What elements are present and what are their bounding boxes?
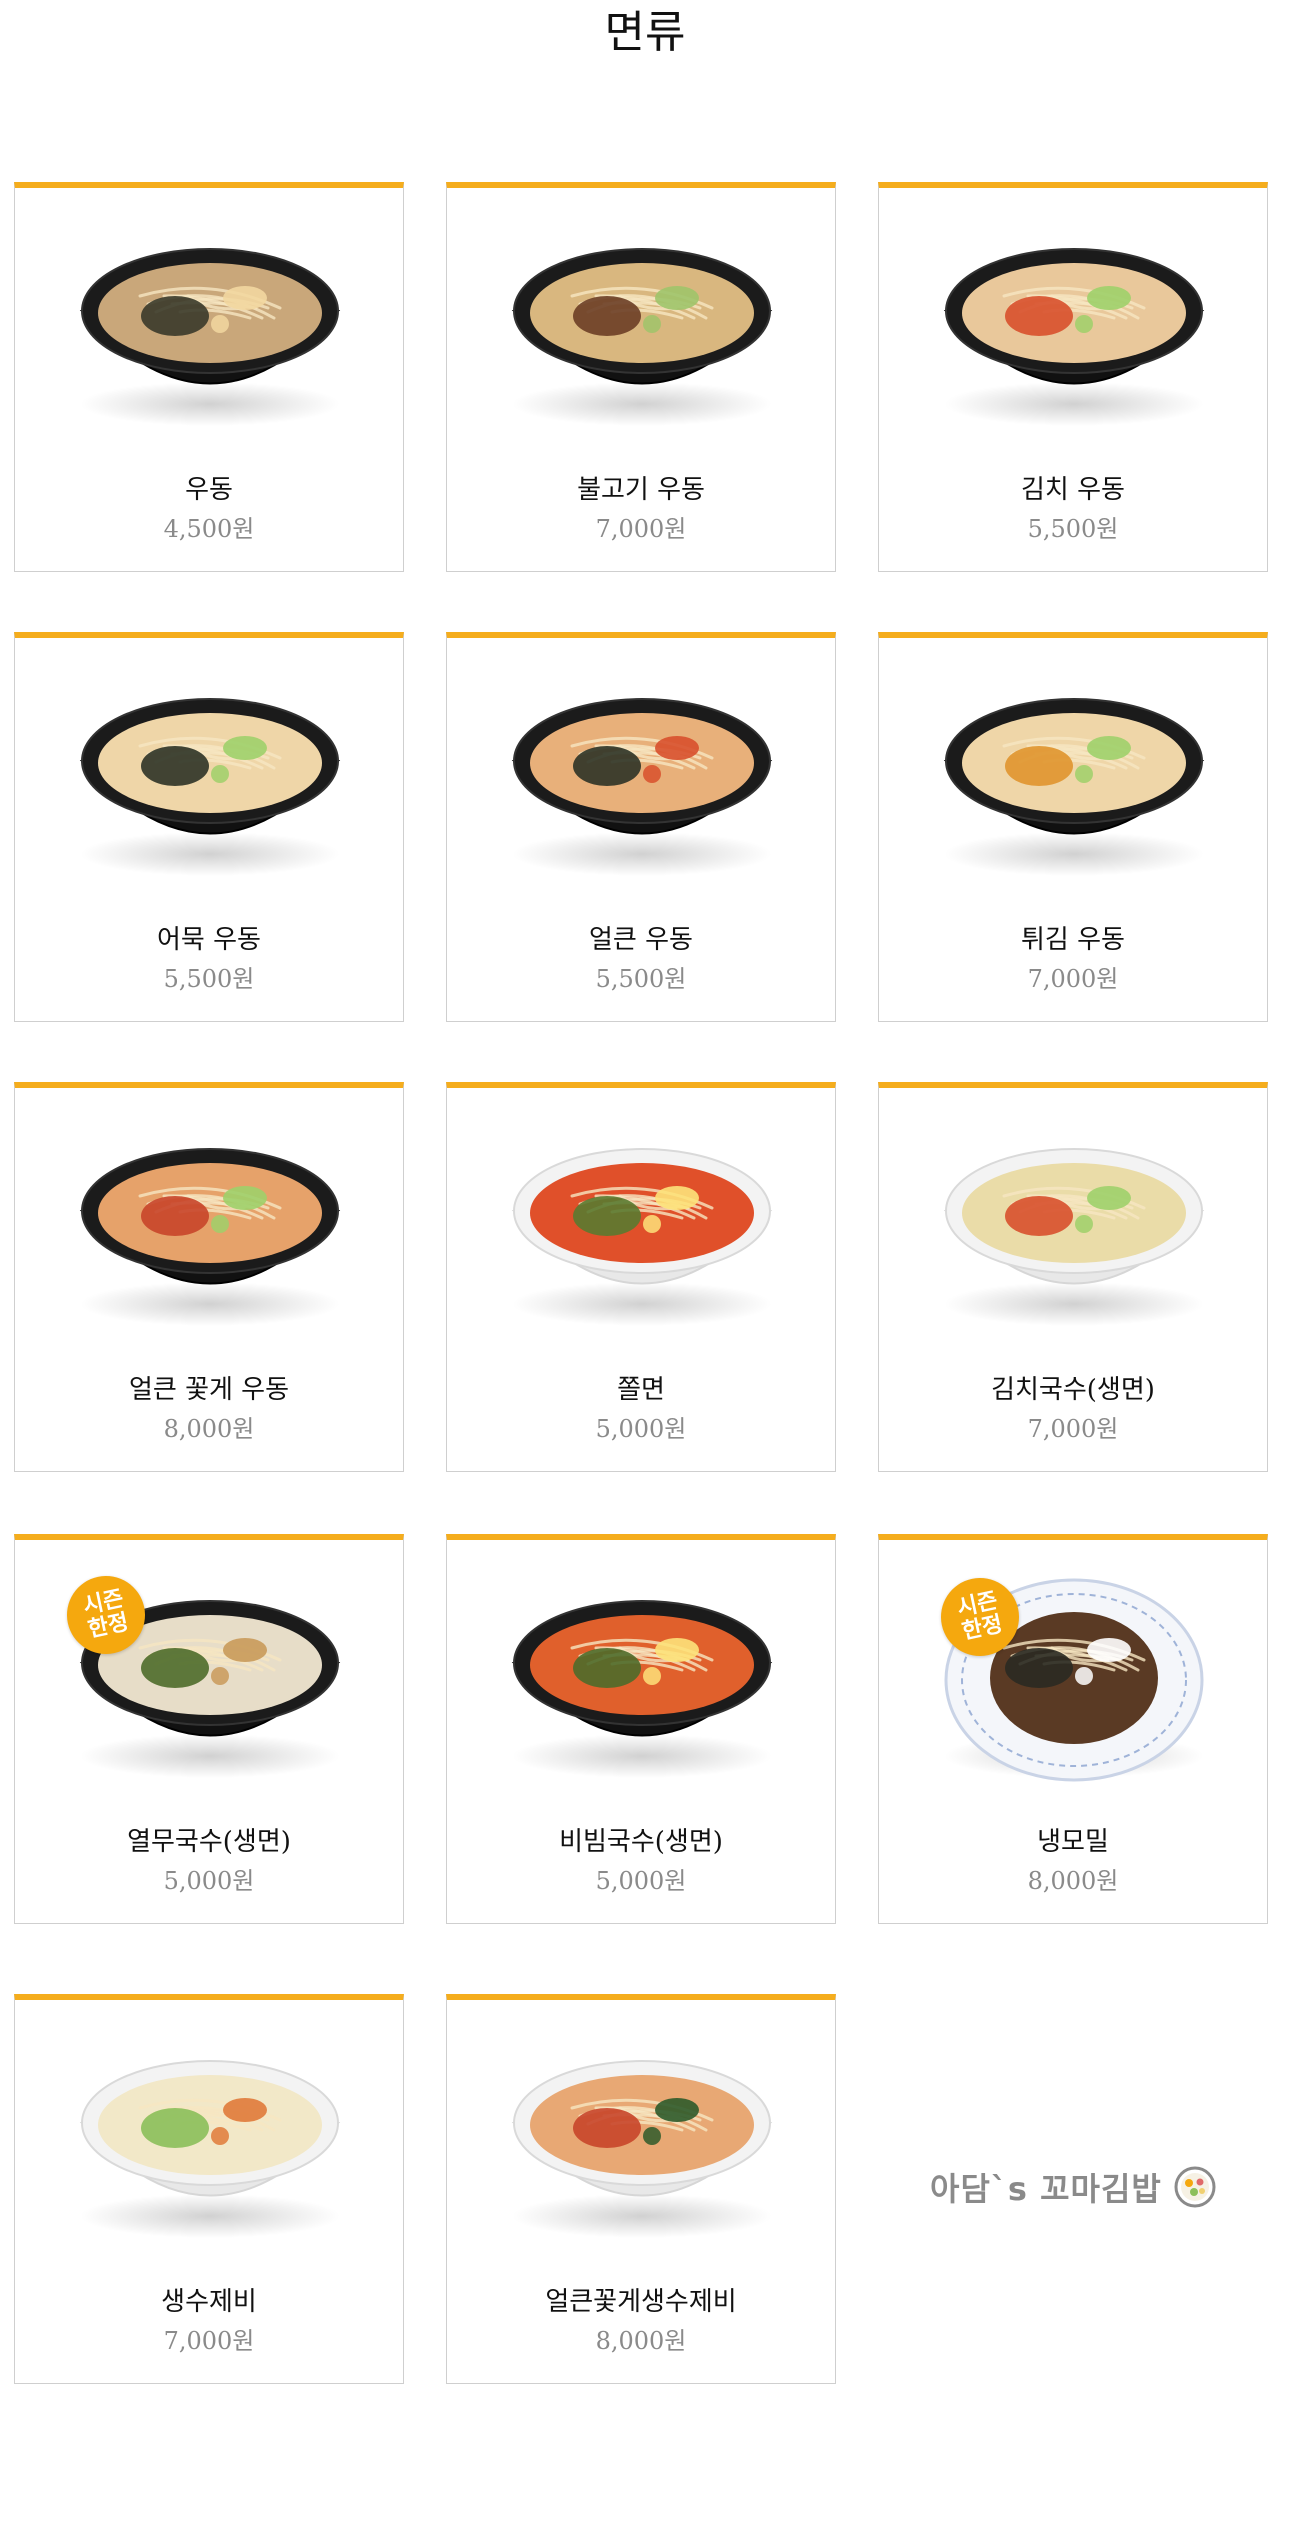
- dish-name: 얼큰 꽃게 우동: [128, 1375, 290, 1405]
- menu-card[interactable]: 얼큰 꽃게 우동 8,000원: [14, 1082, 404, 1472]
- dish-photo: [79, 1148, 341, 1326]
- menu-card[interactable]: 우동 4,500원: [14, 182, 404, 572]
- dish-price: 7,000원: [1027, 965, 1119, 993]
- menu-card[interactable]: 생수제비 7,000원: [14, 1994, 404, 2384]
- dish-price: 5,000원: [163, 1867, 255, 1895]
- brand-name: 아담`s 꼬마김밥: [930, 2170, 1162, 2208]
- dish-name: 불고기 우동: [577, 475, 705, 505]
- brand-logo[interactable]: 아담`s 꼬마김밥: [930, 2162, 1216, 2212]
- menu-card[interactable]: 얼큰꽃게생수제비 8,000원: [446, 1994, 836, 2384]
- dish-photo: [511, 1148, 773, 1326]
- dish-price: 8,000원: [595, 2327, 687, 2355]
- page-title: 면류: [604, 7, 686, 58]
- dish-photo: [511, 1600, 773, 1778]
- dish-price: 7,000원: [1027, 1415, 1119, 1443]
- dish-name: 비빔국수(생면): [559, 1827, 723, 1857]
- menu-card[interactable]: 김치 우동 5,500원: [878, 182, 1268, 572]
- dish-name: 얼큰 우동: [589, 925, 693, 955]
- dish-photo: [943, 248, 1205, 426]
- menu-card[interactable]: 얼큰 우동 5,500원: [446, 632, 836, 1022]
- dish-price: 7,000원: [163, 2327, 255, 2355]
- dish-price: 7,000원: [595, 515, 687, 543]
- dish-photo: [79, 248, 341, 426]
- menu-card[interactable]: 시즌 한정 냉모밀 8,000원: [878, 1534, 1268, 1924]
- dish-price: 5,000원: [595, 1867, 687, 1895]
- menu-card[interactable]: 어묵 우동 5,500원: [14, 632, 404, 1022]
- dish-name: 김치 우동: [1021, 475, 1125, 505]
- menu-card[interactable]: 시즌 한정 열무국수(생면) 5,000원: [14, 1534, 404, 1924]
- dish-photo: [943, 1148, 1205, 1326]
- dish-name: 쫄면: [617, 1375, 665, 1405]
- dish-price: 4,500원: [163, 515, 255, 543]
- menu-page: 면류 우동 4,500원 불고기 우동 7,000원 김치 우동 5,500원 …: [0, 0, 1290, 2539]
- menu-card[interactable]: 비빔국수(생면) 5,000원: [446, 1534, 836, 1924]
- dish-name: 김치국수(생면): [991, 1375, 1155, 1405]
- menu-card[interactable]: 불고기 우동 7,000원: [446, 182, 836, 572]
- menu-card[interactable]: 쫄면 5,000원: [446, 1082, 836, 1472]
- dish-name: 어묵 우동: [157, 925, 261, 955]
- dish-photo: [79, 698, 341, 876]
- dish-name: 튀김 우동: [1021, 925, 1125, 955]
- dish-name: 우동: [185, 475, 233, 505]
- dish-name: 얼큰꽃게생수제비: [545, 2287, 737, 2317]
- dish-name: 냉모밀: [1037, 1827, 1109, 1857]
- badge-line-2: 한정: [959, 1611, 1005, 1645]
- dish-price: 8,000원: [1027, 1867, 1119, 1895]
- dish-price: 5,000원: [595, 1415, 687, 1443]
- dish-photo: [511, 2060, 773, 2238]
- badge-line-2: 한정: [85, 1609, 131, 1643]
- menu-card[interactable]: 튀김 우동 7,000원: [878, 632, 1268, 1022]
- dish-photo: [79, 2060, 341, 2238]
- kimbap-roll-icon: [1174, 2166, 1216, 2208]
- dish-price: 5,500원: [163, 965, 255, 993]
- dish-photo: [511, 248, 773, 426]
- dish-price: 5,500원: [595, 965, 687, 993]
- menu-card[interactable]: 김치국수(생면) 7,000원: [878, 1082, 1268, 1472]
- dish-name: 생수제비: [161, 2287, 257, 2317]
- dish-name: 열무국수(생면): [127, 1827, 291, 1857]
- dish-photo: [511, 698, 773, 876]
- dish-photo: [943, 698, 1205, 876]
- dish-price: 5,500원: [1027, 515, 1119, 543]
- dish-price: 8,000원: [163, 1415, 255, 1443]
